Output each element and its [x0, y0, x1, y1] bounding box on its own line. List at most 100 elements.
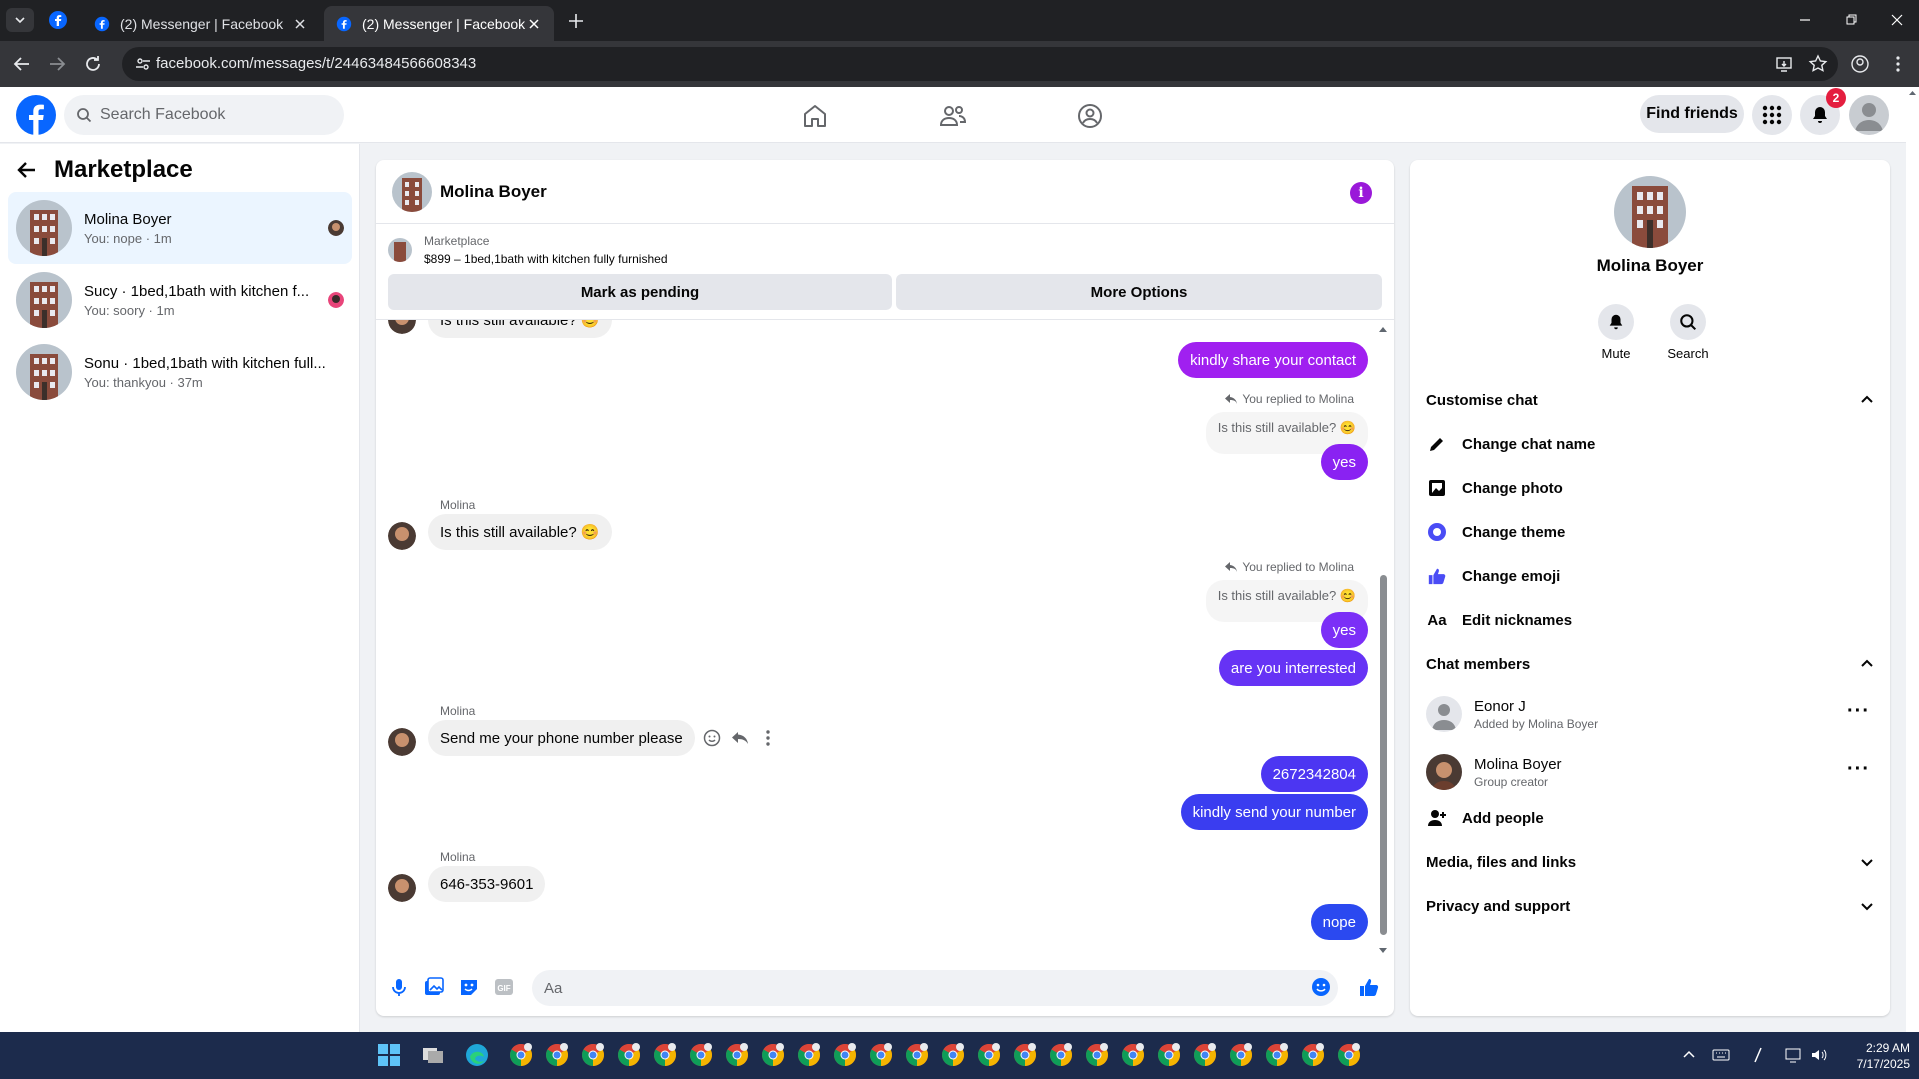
windows-start-icon[interactable]	[376, 1042, 402, 1068]
chat-avatar[interactable]	[392, 172, 432, 212]
back-icon[interactable]	[11, 53, 33, 75]
outgoing-message[interactable]: 2672342804	[1260, 756, 1368, 792]
profile-icon[interactable]	[1850, 54, 1870, 74]
conversation-item[interactable]: Sonu · 1bed,1bath with kitchen full... Y…	[8, 336, 352, 408]
outgoing-message[interactable]: kindly send your number	[1180, 794, 1368, 830]
browser-tab[interactable]: (2) Messenger | Facebook	[82, 6, 320, 41]
add-people-item[interactable]: Add people	[1426, 800, 1874, 836]
install-app-icon[interactable]	[1774, 54, 1794, 74]
system-clock[interactable]: 2:29 AM 7/17/2025	[1840, 1040, 1910, 1072]
chrome-icon[interactable]	[508, 1042, 534, 1068]
member-row[interactable]: Molina Boyer Group creator ···	[1426, 746, 1874, 798]
home-icon[interactable]	[800, 101, 830, 131]
listing-description[interactable]: $899 – 1bed,1bath with kitchen fully fur…	[424, 252, 668, 266]
edit-nicknames-item[interactable]: Aa Edit nicknames	[1426, 602, 1874, 638]
reply-icon[interactable]	[730, 728, 750, 748]
incoming-message[interactable]: Is this still available? 😊	[428, 514, 612, 550]
edge-browser-icon[interactable]	[464, 1042, 490, 1068]
outgoing-message[interactable]: yes	[1320, 444, 1368, 480]
chrome-icon[interactable]	[652, 1042, 678, 1068]
outgoing-message[interactable]: kindly share your contact	[1178, 342, 1368, 378]
chrome-icon[interactable]	[1012, 1042, 1038, 1068]
chrome-icon[interactable]	[940, 1042, 966, 1068]
chrome-icon[interactable]	[1156, 1042, 1182, 1068]
search-in-chat-button[interactable]: Search	[1658, 304, 1718, 361]
chrome-icon[interactable]	[904, 1042, 930, 1068]
chrome-icon[interactable]	[724, 1042, 750, 1068]
account-avatar[interactable]	[1849, 95, 1889, 135]
menu-kebab-icon[interactable]	[1888, 54, 1908, 74]
mute-button[interactable]: Mute	[1586, 304, 1646, 361]
change-theme-item[interactable]: Change theme	[1426, 514, 1874, 550]
media-files-links-section[interactable]: Media, files and links	[1426, 846, 1874, 878]
react-emoji-icon[interactable]	[702, 728, 722, 748]
chat-members-section[interactable]: Chat members	[1426, 648, 1874, 680]
network-icon[interactable]	[1784, 1046, 1802, 1064]
outgoing-message[interactable]: nope	[1310, 904, 1368, 940]
pinned-tab-facebook[interactable]	[48, 10, 68, 30]
groups-icon[interactable]	[1075, 101, 1105, 131]
more-vertical-icon[interactable]	[758, 728, 778, 748]
photo-gallery-icon[interactable]	[423, 976, 445, 998]
more-options-button[interactable]: More Options	[896, 274, 1382, 310]
chrome-icon[interactable]	[1192, 1042, 1218, 1068]
customise-chat-section[interactable]: Customise chat	[1426, 384, 1874, 416]
mark-as-pending-button[interactable]: Mark as pending	[388, 274, 892, 310]
member-options-icon[interactable]: ···	[1847, 759, 1870, 779]
chrome-icon[interactable]	[1300, 1042, 1326, 1068]
conversation-item[interactable]: Molina Boyer You: nope · 1m	[8, 192, 352, 264]
browser-tab-active[interactable]: (2) Messenger | Facebook	[324, 6, 554, 41]
sticker-icon[interactable]	[458, 976, 480, 998]
microphone-icon[interactable]	[388, 976, 410, 998]
chrome-icon[interactable]	[796, 1042, 822, 1068]
conversation-item[interactable]: Sucy · 1bed,1bath with kitchen f... You:…	[8, 264, 352, 336]
task-view-icon[interactable]	[420, 1042, 446, 1068]
info-icon[interactable]: i	[1350, 182, 1372, 204]
friends-icon[interactable]	[938, 101, 968, 131]
outgoing-message[interactable]: are you interrested	[1218, 650, 1368, 686]
bookmark-star-icon[interactable]	[1808, 54, 1828, 74]
close-icon[interactable]	[292, 16, 308, 32]
close-window-icon[interactable]	[1885, 8, 1909, 32]
facebook-search-input[interactable]: Search Facebook	[64, 95, 344, 135]
incoming-message[interactable]: Send me your phone number please	[428, 720, 695, 756]
change-photo-item[interactable]: Change photo	[1426, 470, 1874, 506]
menu-button[interactable]	[1752, 95, 1792, 135]
chrome-icon[interactable]	[1228, 1042, 1254, 1068]
chrome-icon[interactable]	[868, 1042, 894, 1068]
find-friends-button[interactable]: Find friends	[1640, 95, 1744, 133]
chrome-icon[interactable]	[544, 1042, 570, 1068]
listing-thumbnail[interactable]	[388, 238, 412, 262]
chevron-up-icon[interactable]	[1680, 1046, 1698, 1064]
facebook-logo-icon[interactable]	[16, 95, 56, 135]
reload-icon[interactable]	[82, 53, 104, 75]
emoji-icon[interactable]	[1310, 976, 1332, 998]
chrome-icon[interactable]	[688, 1042, 714, 1068]
forward-icon[interactable]	[46, 53, 68, 75]
chat-title[interactable]: Molina Boyer	[440, 182, 547, 202]
pen-icon[interactable]	[1750, 1046, 1768, 1064]
chrome-icon[interactable]	[1264, 1042, 1290, 1068]
privacy-support-section[interactable]: Privacy and support	[1426, 890, 1874, 922]
thumbs-up-icon[interactable]	[1358, 976, 1380, 998]
tab-search-button[interactable]	[6, 8, 34, 32]
chrome-icon[interactable]	[1048, 1042, 1074, 1068]
member-row[interactable]: Eonor J Added by Molina Boyer ···	[1426, 688, 1874, 740]
page-scrollbar[interactable]	[1906, 87, 1919, 1032]
back-arrow-icon[interactable]	[16, 159, 38, 181]
gif-icon[interactable]: GIF	[493, 976, 515, 998]
change-chat-name-item[interactable]: Change chat name	[1426, 426, 1874, 462]
chrome-icon[interactable]	[580, 1042, 606, 1068]
chrome-icon[interactable]	[1336, 1042, 1362, 1068]
scrollbar-thumb[interactable]	[1380, 575, 1387, 935]
close-icon[interactable]	[526, 16, 542, 32]
chat-photo[interactable]	[1614, 176, 1686, 248]
incoming-message[interactable]: Is this still available? 😊	[428, 320, 612, 338]
restore-icon[interactable]	[1839, 8, 1863, 32]
chrome-icon[interactable]	[1084, 1042, 1110, 1068]
plus-icon[interactable]	[566, 11, 586, 31]
site-info-icon[interactable]	[134, 55, 152, 73]
message-input[interactable]: Aa	[532, 970, 1338, 1006]
chrome-icon[interactable]	[832, 1042, 858, 1068]
chrome-icon[interactable]	[616, 1042, 642, 1068]
